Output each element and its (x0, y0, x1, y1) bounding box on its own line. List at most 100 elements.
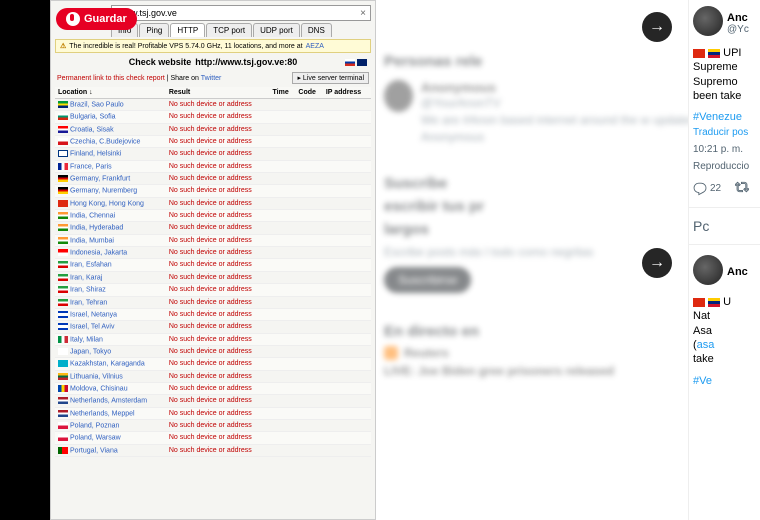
cell-location: Portugal, Viana (55, 444, 166, 456)
location-link[interactable]: Lithuania, Vilnius (70, 373, 123, 380)
cell-time (270, 444, 296, 456)
retweet-button[interactable] (735, 180, 749, 197)
url-input-bar[interactable]: Www.tsj.gov.ve × (111, 5, 371, 21)
cell-time (270, 395, 296, 407)
location-link[interactable]: India, Chennai (70, 212, 115, 219)
clear-icon[interactable]: × (360, 8, 366, 19)
cell-result: No such device or address (166, 432, 270, 444)
th-location[interactable]: Location ↓ (55, 87, 166, 99)
table-row: Moldova, ChisinauNo such device or addre… (55, 382, 371, 394)
cell-time (270, 345, 296, 357)
tab-ping[interactable]: Ping (139, 23, 169, 37)
cell-ip (323, 99, 371, 111)
location-link[interactable]: Indonesia, Jakarta (70, 249, 127, 256)
cell-location: Netherlands, Amsterdam (55, 395, 166, 407)
location-link[interactable]: Germany, Frankfurt (70, 175, 130, 182)
location-link[interactable]: Croatia, Sisak (70, 126, 114, 133)
location-link[interactable]: Poland, Warsaw (70, 435, 121, 442)
cell-time (270, 173, 296, 185)
cell-code (295, 259, 322, 271)
promo-link[interactable]: AEZA (306, 43, 324, 50)
cell-ip (323, 395, 371, 407)
cell-result: No such device or address (166, 370, 270, 382)
location-link[interactable]: Japan, Tokyo (70, 348, 111, 355)
tab-udp[interactable]: UDP port (253, 23, 300, 37)
location-link[interactable]: Finland, Helsinki (70, 151, 121, 158)
cell-location: Bulgaria, Sofia (55, 111, 166, 123)
hashtag-link[interactable]: #Venezue (693, 111, 756, 123)
cell-result: No such device or address (166, 271, 270, 283)
tweet-author[interactable]: Anc (727, 266, 748, 278)
cell-time (270, 432, 296, 444)
location-link[interactable]: Kazakhstan, Karaganda (70, 361, 145, 368)
table-row: Israel, NetanyaNo such device or address (55, 308, 371, 320)
cell-time (270, 148, 296, 160)
country-flag-icon (58, 447, 68, 454)
cell-ip (323, 185, 371, 197)
cell-time (270, 247, 296, 259)
table-row: Netherlands, AmsterdamNo such device or … (55, 395, 371, 407)
tab-tcp[interactable]: TCP port (206, 23, 252, 37)
cell-ip (323, 210, 371, 222)
cell-time (270, 296, 296, 308)
location-link[interactable]: Netherlands, Meppel (70, 410, 135, 417)
hashtag-link[interactable]: #Ve (693, 375, 756, 387)
th-time[interactable]: Time (270, 87, 296, 99)
flag-ru-icon[interactable] (345, 59, 355, 66)
location-link[interactable]: Bulgaria, Sofia (70, 114, 116, 121)
location-link[interactable]: Germany, Nuremberg (70, 188, 137, 195)
tweet-timestamp: 10:21 p. m. (693, 144, 756, 155)
location-link[interactable]: Iran, Tehran (70, 299, 107, 306)
cell-ip (323, 136, 371, 148)
avatar[interactable] (693, 255, 723, 285)
tab-http[interactable]: HTTP (170, 23, 205, 37)
flag-gb-icon[interactable] (357, 59, 367, 66)
pinterest-save-button[interactable]: Guardar (56, 8, 137, 30)
location-link[interactable]: India, Hyderabad (70, 225, 123, 232)
location-link[interactable]: Iran, Karaj (70, 274, 102, 281)
cell-time (270, 271, 296, 283)
cell-location: Iran, Karaj (55, 271, 166, 283)
cell-result: No such device or address (166, 197, 270, 209)
location-link[interactable]: Iran, Shiraz (70, 287, 106, 294)
live-terminal-button[interactable]: ▸ Live server terminal (292, 72, 369, 84)
tab-dns[interactable]: DNS (301, 23, 332, 37)
translate-link[interactable]: Traducir pos (693, 127, 756, 138)
next-image-arrow-mid[interactable]: → (642, 248, 672, 278)
location-link[interactable]: Israel, Tel Aviv (70, 324, 115, 331)
cell-ip (323, 160, 371, 172)
location-link[interactable]: Netherlands, Amsterdam (70, 398, 147, 405)
th-ip[interactable]: IP address (323, 87, 371, 99)
inline-link[interactable]: asa (697, 339, 715, 351)
country-flag-icon (58, 385, 68, 392)
cell-code (295, 173, 322, 185)
location-link[interactable]: Brazil, Sao Paulo (70, 101, 124, 108)
cell-result: No such device or address (166, 333, 270, 345)
cell-time (270, 321, 296, 333)
country-flag-icon (58, 249, 68, 256)
tweet-author[interactable]: Anc (727, 12, 749, 24)
location-link[interactable]: Israel, Netanya (70, 311, 117, 318)
location-link[interactable]: Poland, Poznan (70, 422, 119, 429)
cell-code (295, 444, 322, 456)
reply-prompt[interactable]: Pc (693, 218, 756, 234)
permalink[interactable]: Permanent link to this check report (57, 75, 165, 82)
location-link[interactable]: Portugal, Viana (70, 447, 118, 454)
location-link[interactable]: India, Mumbai (70, 237, 114, 244)
reply-button[interactable]: 22 (693, 182, 721, 196)
th-code[interactable]: Code (295, 87, 322, 99)
next-image-arrow-top[interactable]: → (642, 12, 672, 42)
cell-time (270, 308, 296, 320)
cell-location: Germany, Nuremberg (55, 185, 166, 197)
share-twitter[interactable]: Twitter (201, 75, 222, 82)
location-link[interactable]: Hong Kong, Hong Kong (70, 200, 144, 207)
location-link[interactable]: France, Paris (70, 163, 112, 170)
cell-ip (323, 308, 371, 320)
location-link[interactable]: Iran, Esfahan (70, 262, 112, 269)
location-link[interactable]: Czechia, C.Budejovice (70, 138, 140, 145)
location-link[interactable]: Italy, Milan (70, 336, 103, 343)
avatar[interactable] (693, 6, 723, 36)
location-link[interactable]: Moldova, Chisinau (70, 385, 128, 392)
th-result[interactable]: Result (166, 87, 270, 99)
tweet-handle[interactable]: @Yc (727, 24, 749, 35)
